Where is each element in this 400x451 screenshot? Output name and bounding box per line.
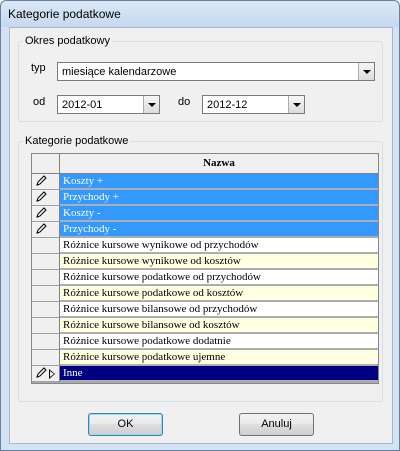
row-indicator[interactable] [32, 270, 60, 286]
table-row[interactable]: Różnice kursowe wynikowe od przychodów [32, 238, 378, 254]
row-indicator[interactable] [32, 350, 60, 366]
ok-button[interactable]: OK [88, 413, 163, 436]
chevron-down-icon [363, 70, 371, 74]
row-indicator[interactable] [32, 254, 60, 270]
row-indicator[interactable] [32, 190, 60, 206]
row-indicator[interactable] [32, 286, 60, 302]
table-row[interactable]: Różnice kursowe podatkowe od kosztów [32, 286, 378, 302]
table-row[interactable]: Różnice kursowe bilansowe od kosztów [32, 318, 378, 334]
table-row[interactable]: Różnice kursowe podatkowe od przychodów [32, 270, 378, 286]
row-indicator[interactable] [32, 238, 60, 254]
table-row[interactable]: Koszty + [32, 174, 378, 190]
category-name-cell[interactable]: Różnice kursowe podatkowe od kosztów [60, 286, 378, 301]
from-select-value: 2012-01 [62, 99, 103, 111]
table-row[interactable]: Różnice kursowe podatkowe ujemne [32, 350, 378, 366]
title-bar[interactable]: Kategorie podatkowe [1, 1, 399, 27]
category-name-cell[interactable]: Przychody + [60, 190, 378, 205]
table-row[interactable]: Przychody + [32, 190, 378, 206]
row-indicator[interactable] [32, 318, 60, 334]
table-row[interactable]: Inne [32, 366, 378, 382]
row-indicator[interactable] [32, 206, 60, 222]
type-dropdown-button[interactable] [358, 63, 374, 80]
to-label: do [178, 96, 191, 108]
pencil-icon [36, 223, 47, 234]
to-select[interactable]: 2012-12 [202, 95, 305, 114]
category-name-cell[interactable]: Różnice kursowe bilansowe od przychodów [60, 302, 378, 317]
to-dropdown-button[interactable] [288, 96, 304, 113]
row-indicator[interactable] [32, 334, 60, 350]
column-header-nazwa[interactable]: Nazwa [60, 154, 378, 173]
type-select[interactable]: miesiące kalendarzowe [57, 62, 375, 81]
categories-group-legend: Kategorie podatkowe [25, 135, 129, 147]
category-name-cell[interactable]: Przychody - [60, 222, 378, 237]
category-name-cell[interactable]: Koszty + [60, 174, 378, 189]
chevron-down-icon [293, 103, 301, 107]
from-label: od [33, 96, 46, 108]
pencil-icon [36, 191, 47, 202]
dialog-window: Kategorie podatkowe Okres podatkowy typ … [0, 0, 400, 451]
row-pointer-icon [49, 369, 55, 379]
row-indicator[interactable] [32, 366, 60, 382]
table-row[interactable]: Różnice kursowe podatkowe dodatnie [32, 334, 378, 350]
category-name-cell[interactable]: Różnice kursowe podatkowe ujemne [60, 350, 378, 365]
type-label: typ [31, 62, 46, 74]
table-row[interactable]: Różnice kursowe wynikowe od kosztów [32, 254, 378, 270]
cancel-button[interactable]: Anuluj [239, 413, 314, 436]
from-dropdown-button[interactable] [143, 96, 159, 113]
category-name-cell[interactable]: Koszty - [60, 206, 378, 221]
type-select-value: miesiące kalendarzowe [62, 66, 177, 78]
category-name-cell[interactable]: Różnice kursowe bilansowe od kosztów [60, 318, 378, 333]
table-row[interactable]: Koszty - [32, 206, 378, 222]
category-name-cell[interactable]: Różnice kursowe podatkowe od przychodów [60, 270, 378, 285]
category-name-cell[interactable]: Inne [60, 366, 378, 381]
category-name-cell[interactable]: Różnice kursowe podatkowe dodatnie [60, 334, 378, 349]
row-indicator[interactable] [32, 302, 60, 318]
grid-corner [32, 154, 60, 173]
category-name-cell[interactable]: Różnice kursowe wynikowe od przychodów [60, 238, 378, 253]
period-group-legend: Okres podatkowy [25, 35, 110, 47]
table-row[interactable]: Przychody - [32, 222, 378, 238]
category-name-cell[interactable]: Różnice kursowe wynikowe od kosztów [60, 254, 378, 269]
to-select-value: 2012-12 [207, 99, 248, 111]
categories-grid[interactable]: Nazwa Koszty + Przychody + Koszty - Przycho… [31, 153, 379, 384]
pencil-icon [36, 367, 47, 378]
row-indicator[interactable] [32, 174, 60, 190]
grid-header: Nazwa [32, 154, 378, 174]
pencil-icon [36, 175, 47, 186]
chevron-down-icon [148, 103, 156, 107]
window-title: Kategorie podatkowe [8, 7, 121, 21]
pencil-icon [36, 207, 47, 218]
from-select[interactable]: 2012-01 [57, 95, 160, 114]
row-indicator[interactable] [32, 222, 60, 238]
table-row[interactable]: Różnice kursowe bilansowe od przychodów [32, 302, 378, 318]
